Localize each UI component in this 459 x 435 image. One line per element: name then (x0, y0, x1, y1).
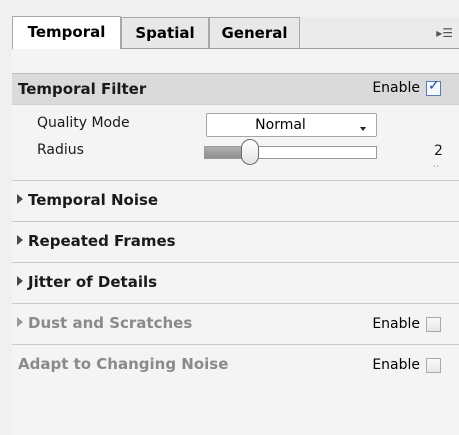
adapt-noise-enable[interactable]: Enable (372, 357, 441, 373)
enable-label: Enable (372, 80, 420, 96)
tab-general[interactable]: General (209, 17, 300, 48)
section-jitter-of-details[interactable]: Jitter of Details (12, 262, 459, 303)
tab-bar: Temporal Spatial General ▸☰ (0, 0, 459, 49)
radius-slider-track[interactable] (204, 146, 377, 159)
expand-arrow-icon[interactable] (17, 235, 23, 245)
section-title: Temporal Noise (28, 191, 159, 209)
temporal-filter-checkbox[interactable] (426, 78, 441, 96)
radius-value[interactable]: 2 (434, 143, 443, 159)
expand-arrow-icon[interactable] (17, 276, 23, 286)
tab-strip-empty (300, 17, 459, 48)
section-title: Adapt to Changing Noise (18, 355, 229, 373)
temporal-filter-title: Temporal Filter (18, 80, 147, 98)
adapt-noise-checkbox[interactable] (426, 357, 441, 373)
dust-scratches-checkbox[interactable] (426, 316, 441, 332)
chevron-down-icon (360, 127, 366, 131)
section-title: Dust and Scratches (28, 314, 193, 332)
section-adapt-to-changing-noise: Adapt to Changing Noise Enable (12, 344, 459, 385)
quality-mode-label: Quality Mode (37, 115, 130, 131)
section-temporal-noise[interactable]: Temporal Noise (12, 180, 459, 221)
section-title: Repeated Frames (28, 232, 176, 250)
radius-label: Radius (37, 142, 84, 158)
enable-label: Enable (372, 316, 420, 332)
enable-label: Enable (372, 357, 420, 373)
tab-temporal[interactable]: Temporal (12, 16, 121, 49)
dust-scratches-enable[interactable]: Enable (372, 316, 441, 332)
section-repeated-frames[interactable]: Repeated Frames (12, 221, 459, 262)
temporal-tab-content: Temporal Filter Enable Quality Mode Norm… (12, 49, 459, 435)
quality-mode-dropdown[interactable]: Normal (206, 113, 377, 137)
radius-slider-fill (205, 147, 245, 158)
radius-slider-handle[interactable] (241, 139, 259, 165)
section-dust-and-scratches[interactable]: Dust and Scratches Enable (12, 303, 459, 344)
tab-spatial[interactable]: Spatial (121, 17, 209, 48)
scrub-indicator: ·· (433, 162, 441, 171)
section-title: Jitter of Details (28, 273, 158, 291)
temporal-filter-enable[interactable]: Enable (372, 78, 441, 96)
quality-mode-value: Normal (255, 117, 306, 133)
expand-arrow-icon[interactable] (17, 194, 23, 204)
temporal-filter-header: Temporal Filter Enable (12, 73, 459, 105)
expand-arrow-icon[interactable] (17, 317, 23, 327)
panel-menu-icon[interactable]: ▸☰ (436, 26, 453, 40)
filter-panel: Temporal Spatial General ▸☰ Temporal Fil… (0, 0, 459, 435)
